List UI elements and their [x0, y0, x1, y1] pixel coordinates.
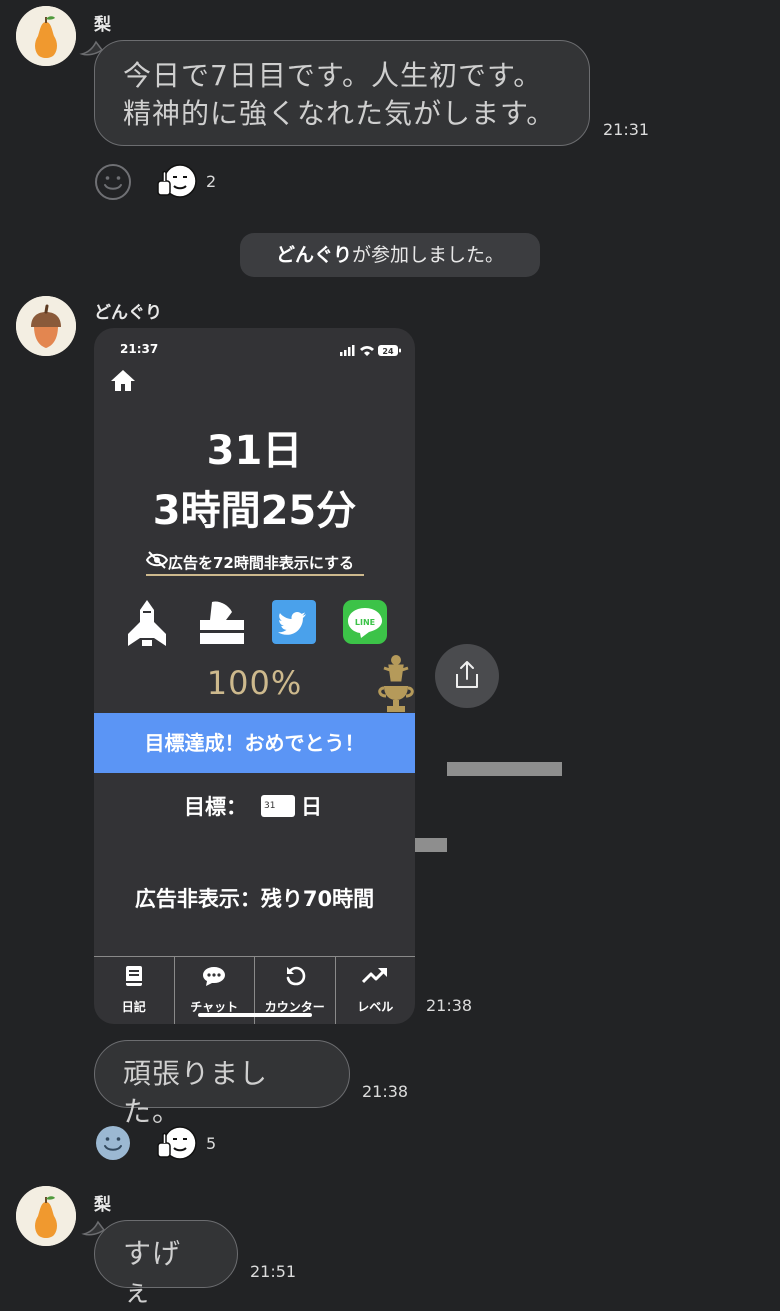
hide-ads-link[interactable]: 広告を72時間非表示にする: [146, 550, 364, 576]
message-time: 21:38: [362, 1082, 409, 1101]
rocket-icon: [128, 600, 166, 646]
avatar-pear[interactable]: [16, 1186, 76, 1246]
hide-ads-text: 広告を72時間非表示にする: [168, 554, 355, 572]
signal-wifi-battery-icon: 24: [340, 345, 401, 356]
reaction-thumbs-up[interactable]: [155, 163, 199, 205]
line-share-button[interactable]: LINE: [343, 600, 387, 648]
progress-percent: 100%: [206, 664, 303, 702]
redaction-bar: [447, 762, 562, 776]
chat-bubble-icon: [203, 967, 226, 986]
tab-level[interactable]: レベル: [336, 957, 416, 1024]
thumbs-up-face-icon: [157, 164, 197, 198]
ads-hidden-remaining: 広告非表示：残り70時間: [134, 887, 375, 911]
reset-icon: [286, 966, 306, 986]
twitter-share-button[interactable]: [272, 600, 316, 648]
trophy: [378, 654, 414, 718]
image-time: 21:38: [426, 996, 473, 1015]
home-icon: [111, 370, 135, 391]
message-bubble[interactable]: すげぇ: [94, 1220, 238, 1308]
redaction-bar: [415, 838, 447, 852]
elapsed-days: 31日: [206, 428, 303, 474]
bubble-tail: [80, 1220, 110, 1240]
system-message-text: が参加しました。: [352, 244, 505, 266]
tab-diary[interactable]: 日記: [94, 957, 175, 1024]
system-message: どんぐりが参加しました。: [240, 233, 540, 277]
trending-up-icon: [362, 968, 388, 984]
thumbs-up-face-icon: [157, 1126, 197, 1160]
goal-value: 31: [264, 801, 276, 811]
avatar-acorn[interactable]: [16, 296, 76, 356]
battery-level: 24: [382, 347, 394, 356]
tab-label: 日記: [121, 1000, 146, 1014]
pear-icon: [16, 6, 76, 66]
shared-screenshot[interactable]: 21:37 24 31日 3時間25分 広告を72時間非表示にする LINE 1…: [94, 328, 415, 1024]
goal-label: 目標：: [184, 795, 247, 819]
smiley-filled-icon: [96, 1126, 130, 1160]
message-text: 今日で7日目です。人生初です。 精神的に強くなれた気がします。: [123, 59, 556, 130]
rocket-button[interactable]: [122, 598, 172, 652]
twitter-icon: [272, 600, 316, 644]
status-icons: 24: [340, 342, 402, 361]
message-bubble[interactable]: 頑張りました。: [94, 1040, 350, 1128]
message-time: 21:51: [250, 1262, 297, 1281]
goal-achieved-banner: 目標達成！おめでとう！: [94, 713, 415, 773]
tab-label: レベル: [357, 1000, 394, 1014]
add-reaction-button[interactable]: [94, 163, 132, 205]
reaction-count: 2: [206, 172, 217, 191]
elapsed-hours-minutes: 3時間25分: [152, 488, 357, 534]
goal-input[interactable]: 31: [261, 795, 295, 817]
smiley-outline-icon: [95, 164, 131, 200]
system-message-user: どんぐり: [275, 244, 352, 266]
line-app-label: LINE: [355, 618, 375, 627]
line-app-icon: LINE: [343, 600, 387, 644]
sender-name: 梨: [94, 1195, 111, 1215]
reaction-thumbs-up[interactable]: [155, 1125, 199, 1167]
sender-name: 梨: [94, 15, 111, 35]
book-icon: [125, 966, 142, 986]
goal-row: 目標： 31 日: [184, 791, 322, 821]
message-time: 21:31: [603, 120, 650, 139]
message-text: 頑張りました。: [123, 1057, 269, 1128]
home-button[interactable]: [110, 368, 136, 396]
avatar-pear[interactable]: [16, 6, 76, 66]
tissue-box-icon: [200, 601, 244, 644]
trophy-icon: [378, 655, 414, 712]
bubble-tail: [78, 40, 108, 60]
acorn-icon: [16, 296, 76, 356]
reaction-count: 5: [206, 1134, 217, 1153]
sender-name: どんぐり: [94, 303, 162, 323]
message-bubble[interactable]: 今日で7日目です。人生初です。 精神的に強くなれた気がします。: [94, 40, 590, 146]
share-icon: [456, 661, 478, 688]
eye-slash-icon: [146, 551, 168, 569]
share-button[interactable]: [435, 644, 499, 708]
goal-unit: 日: [301, 795, 322, 819]
status-time: 21:37: [120, 342, 159, 356]
pear-icon: [16, 1186, 76, 1246]
home-indicator: [198, 1013, 312, 1017]
tissue-button[interactable]: [198, 600, 246, 650]
my-reaction-button[interactable]: [94, 1124, 132, 1166]
